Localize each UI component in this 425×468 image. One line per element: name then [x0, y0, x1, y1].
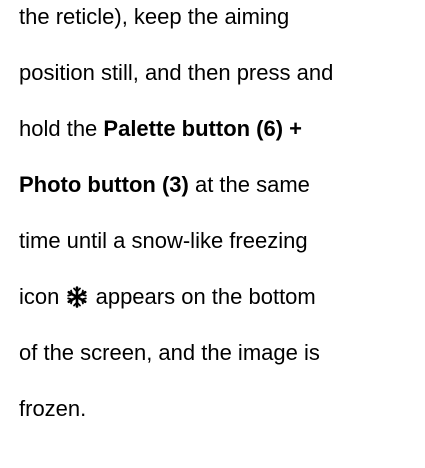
text-segment: icon — [19, 284, 66, 309]
text-line-6: icon appears on the bottom — [19, 284, 316, 310]
text-line-4: Photo button (3) at the same — [19, 172, 310, 198]
text-segment: position still, and then press and — [19, 60, 334, 85]
text-segment: appears on the bottom — [89, 284, 316, 309]
text-segment: time until a snow-like freezing — [19, 228, 308, 253]
text-segment: hold the — [19, 116, 104, 141]
snowflake-icon — [66, 286, 88, 308]
text-line-2: position still, and then press and — [19, 60, 333, 86]
text-line-5: time until a snow-like freezing — [19, 228, 308, 254]
palette-button-reference: Palette button (6) + — [103, 116, 303, 141]
text-line-3: hold the Palette button (6) + — [19, 116, 302, 142]
text-segment: at the same — [188, 172, 310, 197]
text-segment: of the screen, and the image is — [19, 340, 320, 365]
instruction-paragraph: the reticle), keep the aiming position s… — [0, 0, 425, 468]
text-line-8: frozen. — [19, 396, 86, 422]
text-line-7: of the screen, and the image is — [19, 340, 320, 366]
text-segment: the reticle), keep the aiming — [19, 4, 290, 29]
text-segment: frozen. — [19, 396, 87, 421]
photo-button-reference: Photo button (3) — [19, 172, 189, 197]
text-line-1: the reticle), keep the aiming — [19, 4, 289, 30]
